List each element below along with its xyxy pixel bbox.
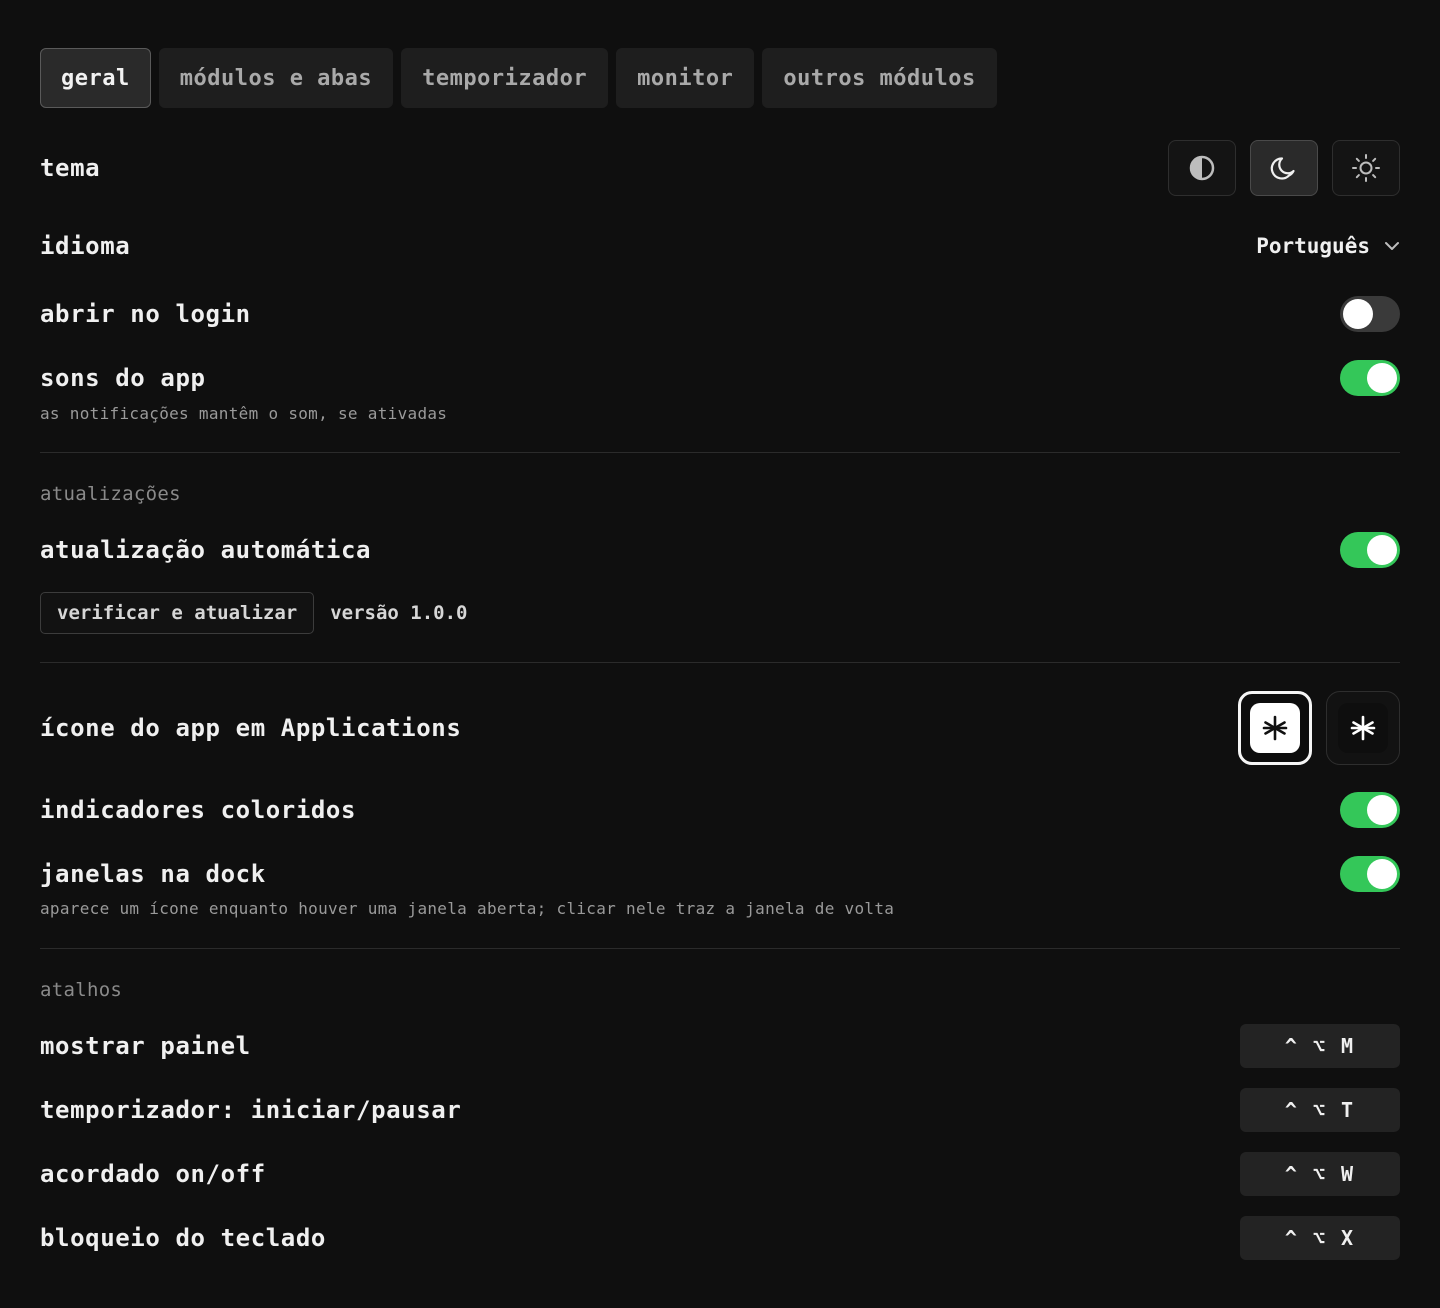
- shortcut-recorder[interactable]: ^ ⌥ X: [1240, 1216, 1400, 1260]
- check-update-row: verificar e atualizar versão 1.0.0: [40, 592, 1400, 634]
- divider: [40, 948, 1400, 949]
- app-sounds-row: sons do app: [40, 360, 1400, 396]
- app-icon-label: ícone do app em Applications: [40, 714, 462, 742]
- app-sounds-hint: as notificações mantêm o som, se ativada…: [40, 404, 448, 423]
- shortcut-recorder[interactable]: ^ ⌥ T: [1240, 1088, 1400, 1132]
- toggle-knob: [1367, 795, 1397, 825]
- open-at-login-label: abrir no login: [40, 300, 251, 328]
- app-icon-dark-tile: [1338, 703, 1388, 753]
- theme-row: tema: [40, 140, 1400, 196]
- moon-icon: [1270, 157, 1295, 180]
- dock-windows-toggle[interactable]: [1340, 856, 1400, 892]
- app-sounds-label: sons do app: [40, 364, 206, 392]
- theme-auto-button[interactable]: [1168, 140, 1236, 196]
- shortcut-row: bloqueio do teclado ^ ⌥ X: [40, 1216, 1400, 1260]
- language-select[interactable]: Português: [1256, 234, 1400, 258]
- app-icon-selector: [1238, 691, 1400, 765]
- shortcuts-section-title: atalhos: [40, 979, 123, 1001]
- app-icon-row: ícone do app em Applications: [40, 691, 1400, 765]
- shortcut-label: bloqueio do teclado: [40, 1224, 326, 1252]
- auto-update-label: atualização automática: [40, 536, 372, 564]
- language-row: idioma Português: [40, 226, 1400, 266]
- colored-indicators-label: indicadores coloridos: [40, 796, 357, 824]
- app-icon-dark-option[interactable]: [1326, 691, 1400, 765]
- toggle-knob: [1367, 535, 1397, 565]
- version-label: versão 1.0.0: [330, 602, 468, 624]
- theme-dark-button[interactable]: [1250, 140, 1318, 196]
- updates-section-title: atualizações: [40, 483, 181, 505]
- colored-indicators-row: indicadores coloridos: [40, 792, 1400, 828]
- toggle-knob: [1367, 363, 1397, 393]
- tab-monitor[interactable]: monitor: [616, 48, 755, 108]
- check-update-button[interactable]: verificar e atualizar: [40, 592, 315, 634]
- dock-windows-hint: aparece um ícone enquanto houver uma jan…: [40, 899, 895, 918]
- shortcut-row: acordado on/off ^ ⌥ W: [40, 1152, 1400, 1196]
- theme-label: tema: [40, 154, 101, 182]
- open-at-login-row: abrir no login: [40, 296, 1400, 332]
- dock-windows-row: janelas na dock: [40, 856, 1400, 892]
- app-sounds-toggle[interactable]: [1340, 360, 1400, 396]
- shortcut-recorder[interactable]: ^ ⌥ M: [1240, 1024, 1400, 1068]
- divider: [40, 452, 1400, 453]
- shortcut-label: acordado on/off: [40, 1160, 266, 1188]
- asterisk-icon: [1350, 715, 1376, 741]
- theme-light-button[interactable]: [1332, 140, 1400, 196]
- auto-update-toggle[interactable]: [1340, 532, 1400, 568]
- chevron-down-icon: [1385, 242, 1399, 250]
- shortcut-recorder[interactable]: ^ ⌥ W: [1240, 1152, 1400, 1196]
- app-icon-light-option[interactable]: [1238, 691, 1312, 765]
- tab-outros-modulos[interactable]: outros módulos: [762, 48, 997, 108]
- tab-geral[interactable]: geral: [40, 48, 151, 108]
- shortcut-label: mostrar painel: [40, 1032, 251, 1060]
- colored-indicators-toggle[interactable]: [1340, 792, 1400, 828]
- auto-update-row: atualização automática: [40, 532, 1400, 568]
- tab-temporizador[interactable]: temporizador: [401, 48, 609, 108]
- dock-windows-label: janelas na dock: [40, 860, 266, 888]
- shortcut-label: temporizador: iniciar/pausar: [40, 1096, 462, 1124]
- divider: [40, 662, 1400, 663]
- language-value: Português: [1256, 234, 1370, 258]
- shortcut-row: temporizador: iniciar/pausar ^ ⌥ T: [40, 1088, 1400, 1132]
- theme-selector: [1168, 140, 1400, 196]
- toggle-knob: [1367, 859, 1397, 889]
- auto-contrast-icon: [1189, 155, 1215, 181]
- toggle-knob: [1343, 299, 1373, 329]
- sun-icon: [1352, 154, 1380, 182]
- shortcut-row: mostrar painel ^ ⌥ M: [40, 1024, 1400, 1068]
- asterisk-icon: [1262, 715, 1288, 741]
- app-icon-light-tile: [1250, 703, 1300, 753]
- tab-bar: geral módulos e abas temporizador monito…: [40, 48, 997, 108]
- open-at-login-toggle[interactable]: [1340, 296, 1400, 332]
- tab-modulos-e-abas[interactable]: módulos e abas: [158, 48, 394, 108]
- language-label: idioma: [40, 232, 131, 260]
